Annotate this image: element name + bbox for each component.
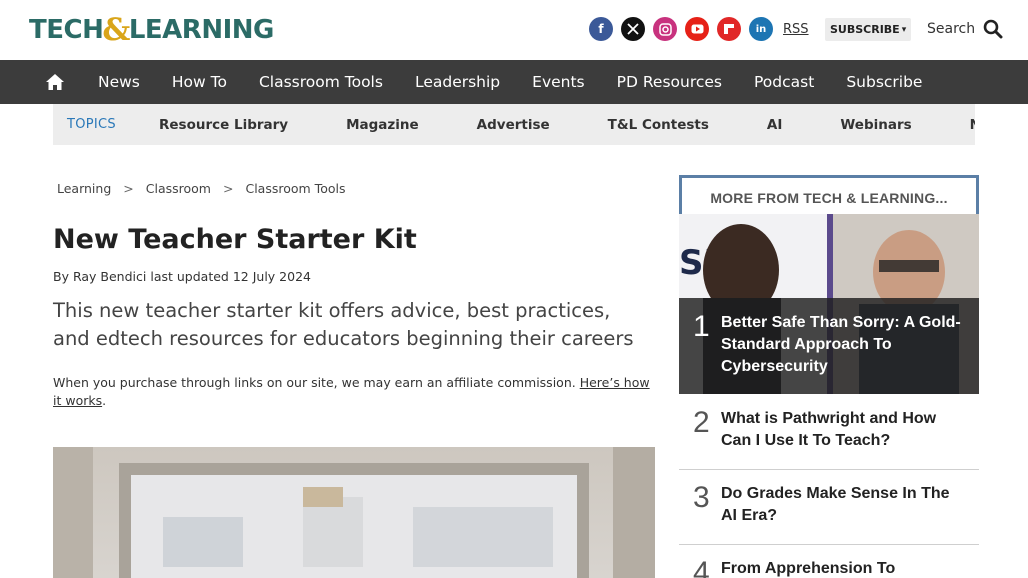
more-from-box: MORE FROM TECH & LEARNING... [679,175,979,215]
nav-item[interactable]: How To [156,73,243,91]
sidebar-divider [679,469,979,470]
nav-item[interactable]: News [82,73,156,91]
item-number: 3 [693,481,710,514]
breadcrumb-link[interactable]: Classroom Tools [245,181,345,196]
subscribe-label: SUBSCRIBE [830,23,900,36]
logo-ampersand: & [102,12,130,48]
search-label: Search [927,21,976,37]
site-header: TECH & LEARNING f in RSS SUBSCRIBE ▾ Search [0,0,1028,60]
logo-text-tech: TECH [29,15,104,45]
site-logo[interactable]: TECH & LEARNING [29,12,275,48]
topic-link[interactable]: Resource Library [130,117,317,133]
item-title[interactable]: What is Pathwright and How Can I Use It … [721,408,966,452]
item-title[interactable]: From Apprehension To [721,558,966,578]
topic-link[interactable]: Magazine [317,117,448,133]
breadcrumb-separator: > [223,181,234,196]
caret-down-icon: ▾ [901,24,907,35]
more-from-title: MORE FROM TECH & LEARNING... [710,190,948,206]
article-standfirst: This new teacher starter kit offers advi… [53,299,634,350]
topics-label: TOPICS [67,117,116,132]
byline-updated-label: last updated [150,269,229,284]
nav-item[interactable]: Subscribe [830,73,938,91]
nav-item[interactable]: Classroom Tools [243,73,399,91]
instagram-icon[interactable] [653,17,677,41]
topic-link[interactable]: AI [738,117,811,133]
topic-link[interactable]: T&L Contests [579,117,738,133]
byline-prefix: By [53,269,69,284]
home-icon[interactable] [44,71,66,93]
nav-item[interactable]: Events [516,73,600,91]
nav-item[interactable]: Leadership [399,73,516,91]
article-byline: By Ray Bendici last updated 12 July 2024 [53,269,311,284]
flipboard-icon[interactable] [717,17,741,41]
hero-image [53,447,655,578]
subscribe-dropdown[interactable]: SUBSCRIBE ▾ [825,18,912,41]
nav-item[interactable]: PD Resources [601,73,738,91]
breadcrumb: Learning > Classroom > Classroom Tools [57,181,345,196]
item-number: 4 [693,556,710,578]
affiliate-text: When you purchase through links on our s… [53,375,576,390]
topic-link[interactable]: Advertise [448,117,579,133]
main-navigation: News How To Classroom Tools Leadership Event… [0,60,1028,104]
search-button[interactable]: Search [927,19,1003,39]
article-title: New Teacher Starter Kit [53,224,417,255]
topic-link[interactable]: News Sig [941,117,975,133]
social-links: f in RSS [589,17,809,41]
youtube-icon[interactable] [685,17,709,41]
sidebar-divider [679,544,979,545]
hero-image-art [53,447,655,578]
search-icon [983,19,1003,39]
breadcrumb-link[interactable]: Learning [57,181,111,196]
topic-link[interactable]: Webinars [811,117,940,133]
item-number: 2 [693,406,710,439]
topics-bar: TOPICS Resource Library Magazine Advertise… [53,104,975,145]
topics-row: TOPICS Resource Library Magazine Advertise… [53,104,975,145]
logo-text-learning: LEARNING [128,15,275,45]
rss-link[interactable]: RSS [783,22,809,37]
nav-item[interactable]: Podcast [738,73,830,91]
item-title[interactable]: Do Grades Make Sense In The AI Era? [721,483,966,527]
item-title[interactable]: Better Safe Than Sorry: A Gold-Standard … [721,312,966,378]
item-number: 1 [693,310,710,343]
breadcrumb-link[interactable]: Classroom [146,181,211,196]
linkedin-icon[interactable]: in [749,17,773,41]
x-icon[interactable] [621,17,645,41]
affiliate-disclosure: When you purchase through links on our s… [53,375,650,408]
featured-item-image[interactable]: SD 1 Better Safe Than Sorry: A Gold-Stan… [679,214,979,394]
updated-date: 12 July 2024 [232,269,311,284]
facebook-icon[interactable]: f [589,17,613,41]
author-link[interactable]: Ray Bendici [73,269,146,284]
nav-items: News How To Classroom Tools Leadership Event… [82,60,938,104]
breadcrumb-separator: > [123,181,134,196]
